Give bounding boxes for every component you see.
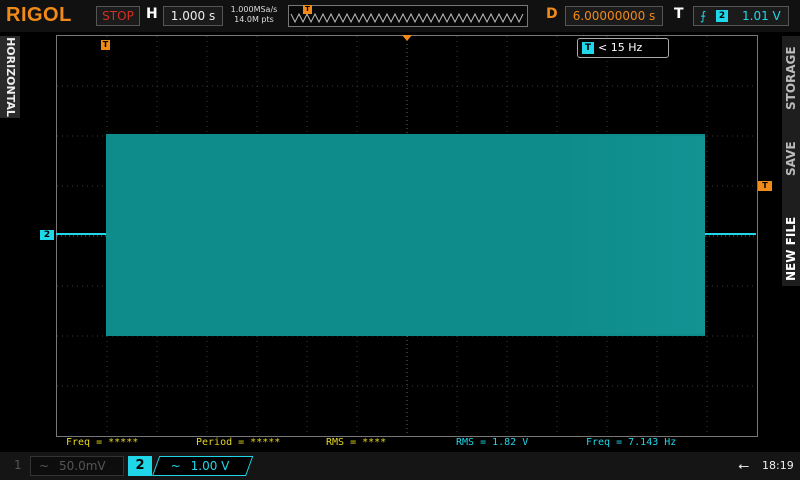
ch1-setting-box: ~ 50.0mV (30, 456, 124, 476)
top-status-bar: RIGOL STOP H 1.000 s 1.000MSa/s 14.0M pt… (0, 0, 800, 32)
waveform-taper (560, 136, 705, 334)
trigger-level: 1.01 V (742, 9, 781, 23)
ch1-coupling: ~ (39, 459, 50, 473)
measurement-freq-ch2: Freq = 7.143 Hz (586, 437, 677, 448)
ch1-scale: 50.0mV (59, 459, 106, 473)
trigger-source: 2 (716, 10, 728, 22)
measurement-freq-ch1: Freq = ***** (66, 437, 139, 448)
trigger-level-marker[interactable]: T (758, 181, 772, 191)
horizontal-side-tab[interactable]: HORIZONTAL (0, 36, 20, 118)
trigger-position-marker[interactable]: T (101, 40, 110, 50)
bottom-channel-bar: 1 ~ 50.0mV 2 ~ 1.00 V (0, 452, 800, 480)
ch2-scale: 1.00 V (190, 459, 230, 473)
brand-logo: RIGOL (6, 4, 72, 26)
trigger-label: T (674, 6, 684, 22)
rising-edge-icon: ⨍ (700, 9, 707, 23)
usb-icon: ⭠ (738, 458, 750, 474)
menu-item-storage[interactable]: STORAGE (784, 46, 798, 110)
system-clock: 18:19 (762, 459, 794, 472)
menu-item-new-file[interactable]: NEW FILE (784, 217, 798, 281)
channel-1-status[interactable]: 1 ~ 50.0mV (6, 456, 124, 476)
horizontal-tab-label: HORIZONTAL (4, 37, 17, 117)
ch2-setting-box: ~ 1.00 V (152, 456, 254, 476)
memory-trigger-marker: T (303, 5, 312, 14)
ch2-coupling: ~ (170, 459, 181, 473)
ch2-number: 2 (128, 456, 152, 476)
run-stop-indicator[interactable]: STOP (96, 6, 140, 26)
channel-2-status[interactable]: 2 ~ 1.00 V (128, 456, 254, 476)
timebase-value[interactable]: 1.000 s (163, 6, 223, 26)
horizontal-label: H (146, 6, 158, 22)
measurement-rms-ch1: RMS = **** (326, 437, 387, 448)
menu-item-save[interactable]: SAVE (784, 141, 798, 176)
delay-label: D (546, 6, 558, 22)
ch2-baseline-left (56, 233, 106, 235)
ch2-baseline-right (705, 233, 756, 235)
ch1-number: 1 (14, 458, 22, 472)
sample-info: 1.000MSa/s 14.0M pts (228, 5, 280, 25)
trigger-frequency-readout: T < 15 Hz (577, 38, 669, 58)
trigger-center-marker (402, 35, 412, 41)
memory-position-strip[interactable]: T (288, 5, 528, 27)
trigger-frequency-text: < 15 Hz (598, 41, 643, 54)
delay-value[interactable]: 6.00000000 s (565, 6, 663, 26)
measurement-rms-ch2: RMS = 1.82 V (456, 437, 529, 448)
trigger-indicator-icon: T (582, 42, 594, 54)
sample-rate: 1.000MSa/s (230, 5, 278, 14)
measurement-period-ch1: Period = ***** (196, 437, 281, 448)
ch2-offset-marker[interactable]: 2 (40, 230, 54, 240)
trigger-settings[interactable]: ⨍ 2 1.01 V (693, 6, 789, 26)
right-menu: STORAGE SAVE NEW FILE (782, 36, 800, 286)
memory-depth: 14.0M pts (234, 15, 274, 24)
memory-waveform-preview (290, 12, 524, 24)
